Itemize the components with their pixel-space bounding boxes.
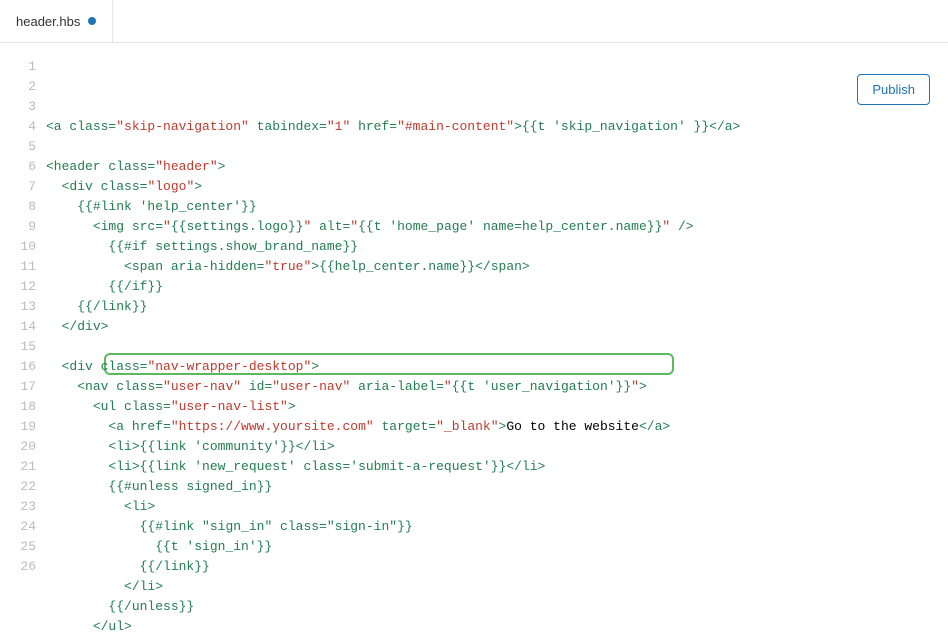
line-number: 26 (0, 557, 46, 577)
line-number: 1 (0, 57, 46, 77)
code-line[interactable]: {{/if}} (46, 277, 948, 297)
code-line[interactable]: <li>{{link 'community'}}</li> (46, 437, 948, 457)
code-line[interactable]: </li> (46, 577, 948, 597)
line-number: 4 (0, 117, 46, 137)
code-line[interactable]: {{#link 'help_center'}} (46, 197, 948, 217)
code-line[interactable]: {{#link "sign_in" class="sign-in"}} (46, 517, 948, 537)
code-line[interactable]: </ul> (46, 617, 948, 637)
line-number: 13 (0, 297, 46, 317)
code-line[interactable]: </div> (46, 317, 948, 337)
line-number: 15 (0, 337, 46, 357)
line-number: 12 (0, 277, 46, 297)
line-number: 7 (0, 177, 46, 197)
file-tab[interactable]: header.hbs (0, 0, 113, 42)
tab-bar: header.hbs (0, 0, 948, 43)
code-line[interactable]: <li> (46, 497, 948, 517)
line-number: 5 (0, 137, 46, 157)
code-line[interactable]: {{#if settings.show_brand_name}} (46, 237, 948, 257)
code-line[interactable]: <img src="{{settings.logo}}" alt="{{t 'h… (46, 217, 948, 237)
line-number: 3 (0, 97, 46, 117)
code-line[interactable]: <ul class="user-nav-list"> (46, 397, 948, 417)
code-line[interactable]: <a href="https://www.yoursite.com" targe… (46, 417, 948, 437)
line-number: 9 (0, 217, 46, 237)
code-line[interactable]: {{/link}} (46, 297, 948, 317)
line-number: 8 (0, 197, 46, 217)
code-editor[interactable]: 1234567891011121314151617181920212223242… (0, 43, 948, 578)
line-number: 10 (0, 237, 46, 257)
code-line[interactable]: {{t 'sign_in'}} (46, 537, 948, 557)
line-number: 17 (0, 377, 46, 397)
line-number: 18 (0, 397, 46, 417)
line-number: 16 (0, 357, 46, 377)
line-number: 14 (0, 317, 46, 337)
line-number: 20 (0, 437, 46, 457)
line-number: 11 (0, 257, 46, 277)
line-number: 19 (0, 417, 46, 437)
line-number: 22 (0, 477, 46, 497)
code-line[interactable]: <li>{{link 'new_request' class='submit-a… (46, 457, 948, 477)
line-number: 2 (0, 77, 46, 97)
code-line[interactable] (46, 337, 948, 357)
code-line[interactable]: <span aria-hidden="true">{{help_center.n… (46, 257, 948, 277)
tab-filename: header.hbs (16, 14, 80, 29)
code-line[interactable]: <nav class="user-nav" id="user-nav" aria… (46, 377, 948, 397)
code-line[interactable]: <div class="logo"> (46, 177, 948, 197)
code-content[interactable]: <a class="skip-navigation" tabindex="1" … (46, 43, 948, 578)
code-line[interactable]: {{/link}} (46, 557, 948, 577)
code-line[interactable] (46, 137, 948, 157)
code-line[interactable]: <header class="header"> (46, 157, 948, 177)
code-line[interactable]: {{/unless}} (46, 597, 948, 617)
line-number: 25 (0, 537, 46, 557)
line-number: 24 (0, 517, 46, 537)
line-number: 6 (0, 157, 46, 177)
line-number: 21 (0, 457, 46, 477)
line-number: 23 (0, 497, 46, 517)
code-line[interactable]: <a class="skip-navigation" tabindex="1" … (46, 117, 948, 137)
code-line[interactable]: {{#unless signed_in}} (46, 477, 948, 497)
line-number-gutter: 1234567891011121314151617181920212223242… (0, 43, 46, 578)
code-line[interactable]: <div class="nav-wrapper-desktop"> (46, 357, 948, 377)
unsaved-dot-icon (88, 17, 96, 25)
